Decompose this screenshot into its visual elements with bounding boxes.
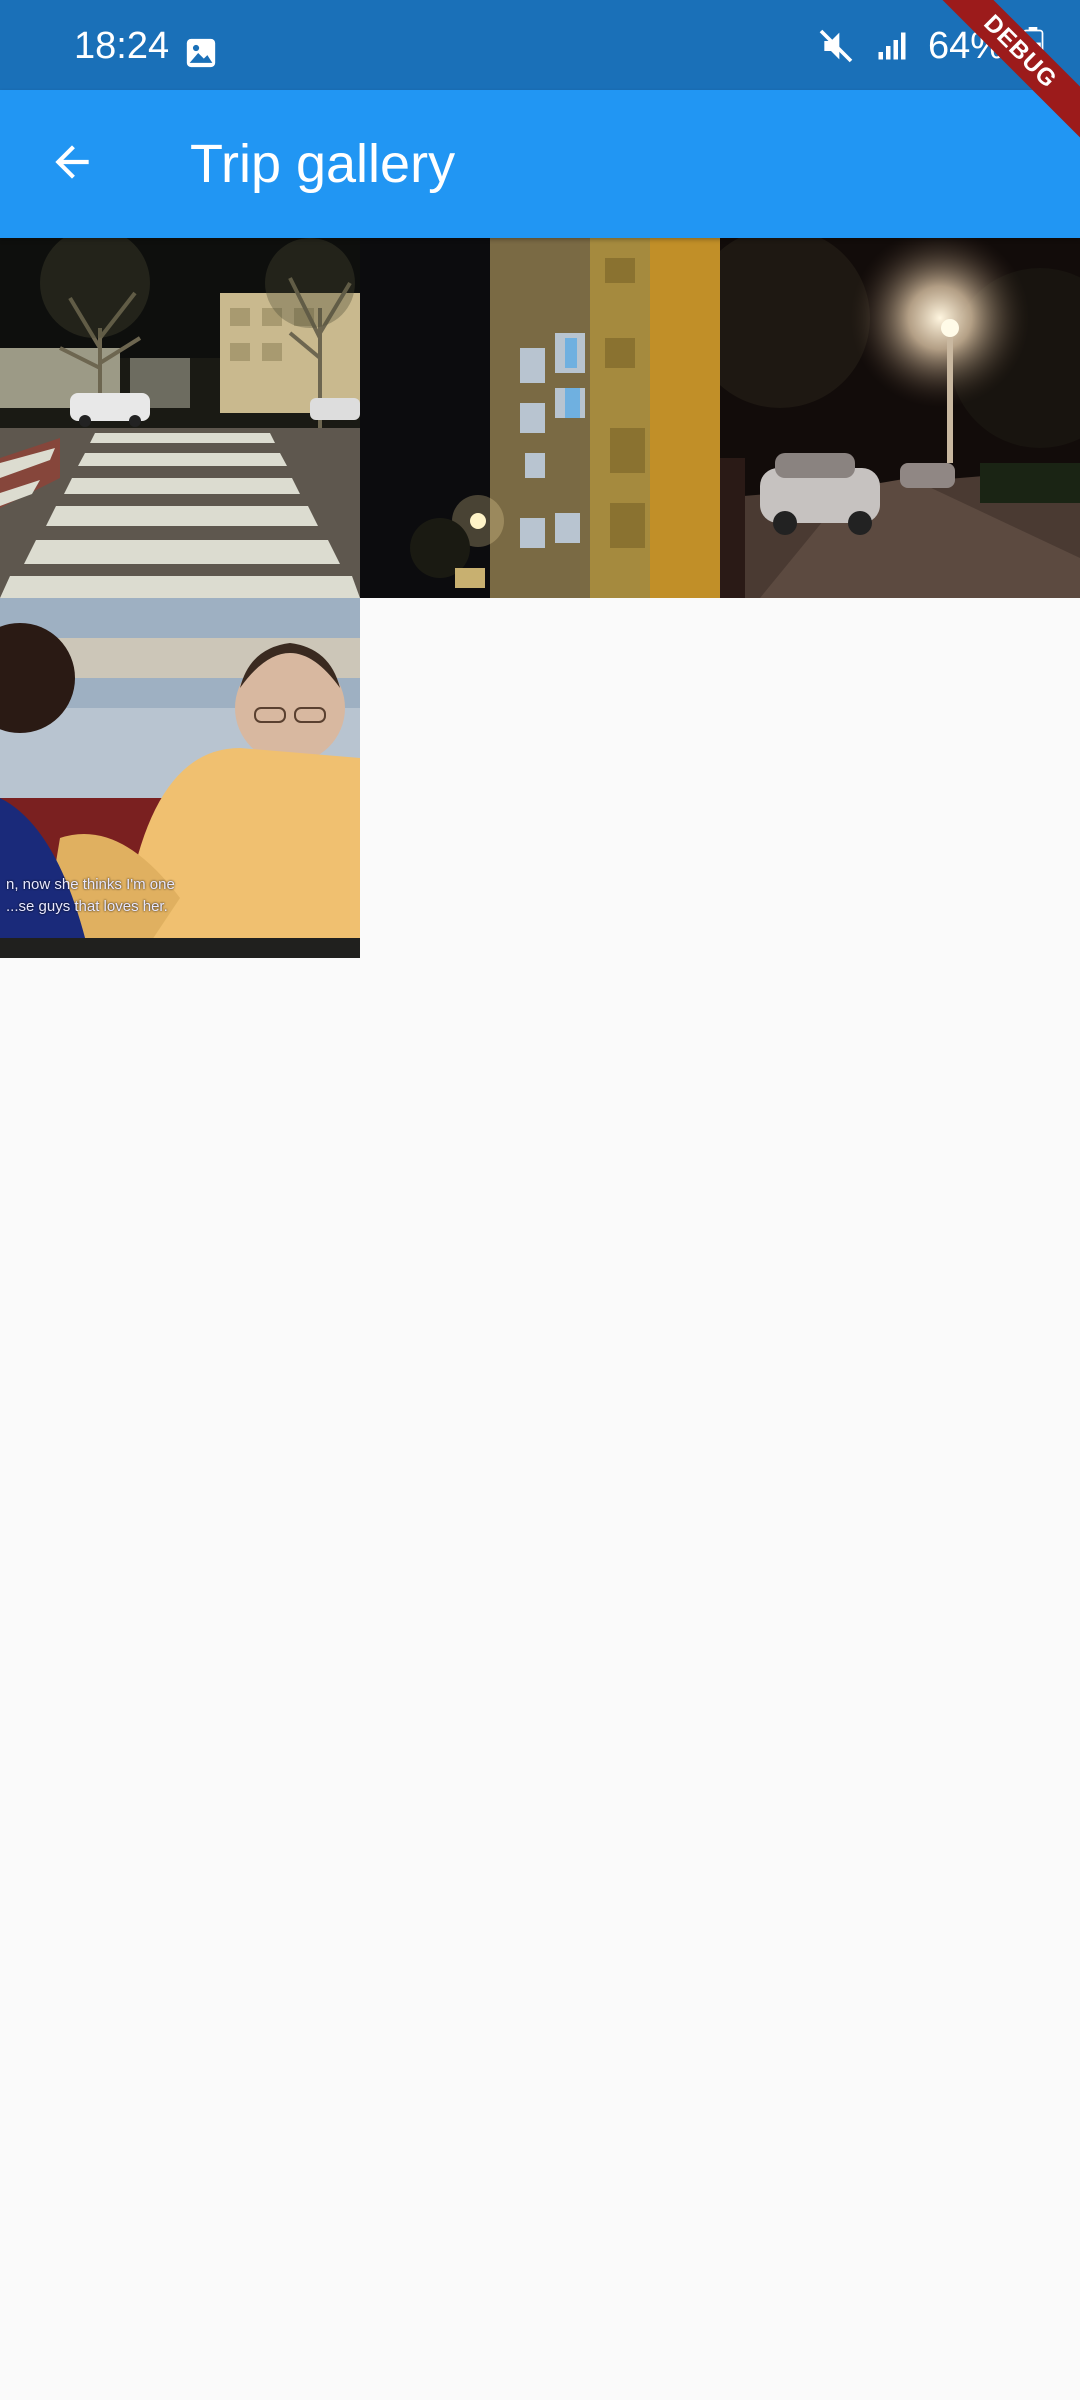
status-bar: 18:24 64% xyxy=(0,0,1080,90)
app-bar: Trip gallery xyxy=(0,90,1080,238)
page-title: Trip gallery xyxy=(190,134,456,194)
gallery-notification-icon xyxy=(184,36,218,70)
photo-crosswalk-night xyxy=(0,238,360,598)
caption-line: ...se guys that loves her. xyxy=(6,898,168,915)
signal-icon xyxy=(874,28,910,64)
caption-line: n, now she thinks I'm one xyxy=(6,876,175,893)
photo-tile[interactable] xyxy=(360,238,720,598)
status-time: 18:24 xyxy=(74,25,170,67)
photo-street-lamp-night xyxy=(720,238,1080,598)
back-button[interactable] xyxy=(28,120,116,208)
photo-tile[interactable]: n, now she thinks I'm one ...se guys tha… xyxy=(0,598,360,958)
photo-building-night xyxy=(360,238,720,598)
photo-tile[interactable] xyxy=(0,238,360,598)
photo-tile[interactable] xyxy=(720,238,1080,598)
arrow-back-icon xyxy=(47,137,97,192)
mute-icon xyxy=(816,26,856,66)
